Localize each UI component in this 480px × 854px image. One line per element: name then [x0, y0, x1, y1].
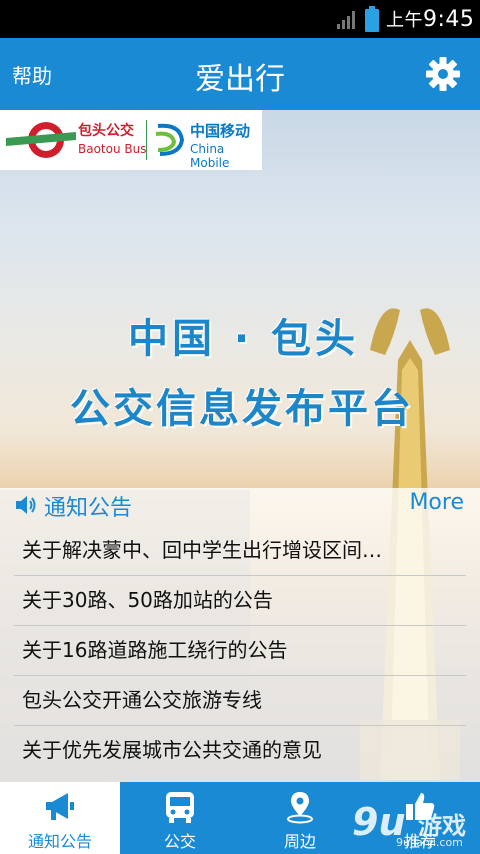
notice-item[interactable]: 包头公交开通公交旅游专线	[14, 676, 466, 726]
status-clock: 9:45	[423, 7, 475, 32]
bus-logo-cn: 包头公交	[78, 123, 134, 139]
watermark-url: 9ujianji.com	[396, 836, 463, 849]
site-watermark: 9u 游戏 9ujianji.com	[352, 800, 480, 854]
app-header: 帮助 爱出行	[0, 38, 480, 110]
china-mobile-logo	[155, 123, 185, 156]
status-time: 上午9:45	[386, 6, 474, 32]
signal-icon	[337, 11, 355, 29]
bus-icon	[166, 792, 194, 823]
mobile-logo-cn: 中国移动	[190, 122, 251, 140]
baotou-bus-logo	[6, 122, 76, 158]
notice-item[interactable]: 关于优先发展城市公共交通的意见	[14, 726, 466, 776]
location-pin-icon	[287, 792, 313, 824]
tab-label: 通知公告	[27, 832, 92, 851]
mobile-logo-en: China Mobile	[190, 142, 230, 170]
notice-item[interactable]: 关于30路、50路加站的公告	[14, 576, 466, 626]
notice-panel: 通知公告 More 关于解决蒙中、回中学生出行增设区间… 关于30路、50路加站…	[0, 488, 480, 782]
tab-bus[interactable]: 公交	[120, 782, 240, 854]
page-title: 爱出行	[195, 62, 285, 97]
gear-icon[interactable]	[425, 56, 461, 92]
tab-label: 公交	[163, 832, 196, 851]
status-ampm: 上午	[386, 10, 423, 31]
banner-line1: 中国 · 包头	[128, 316, 360, 362]
notice-header: 通知公告 More	[0, 488, 480, 524]
logo-divider	[146, 120, 147, 160]
notice-item[interactable]: 关于16路道路施工绕行的公告	[14, 626, 466, 676]
more-link[interactable]: More	[409, 490, 464, 515]
battery-icon	[365, 6, 379, 32]
megaphone-icon	[46, 793, 74, 820]
notice-list: 关于解决蒙中、回中学生出行增设区间… 关于30路、50路加站的公告 关于16路道…	[14, 526, 466, 776]
bus-logo-en: Baotou Bus	[78, 142, 147, 156]
tab-nearby[interactable]: 周边	[240, 782, 360, 854]
tab-label: 周边	[283, 832, 316, 851]
banner-line2: 公交信息发布平台	[70, 386, 414, 432]
status-bar: 上午9:45	[0, 0, 480, 38]
partner-logos: 包头公交 Baotou Bus 中国移动 China Mobile	[0, 110, 262, 170]
speaker-icon	[16, 496, 36, 514]
notice-title: 通知公告	[44, 496, 133, 521]
notice-item[interactable]: 关于解决蒙中、回中学生出行增设区间…	[14, 526, 466, 576]
tab-notices[interactable]: 通知公告	[0, 782, 120, 854]
